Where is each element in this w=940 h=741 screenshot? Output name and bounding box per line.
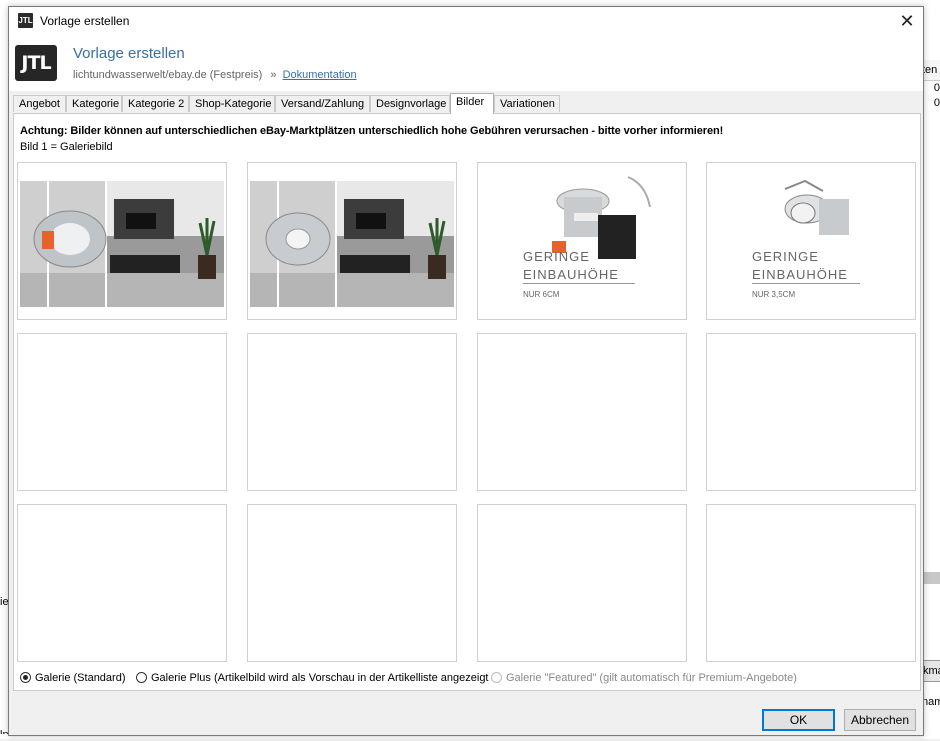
breadcrumb-separator: » [270, 69, 277, 81]
gallery-plus-radio[interactable]: Galerie Plus (Artikelbild wird als Vorsc… [136, 672, 489, 684]
image-slot-2[interactable] [247, 162, 457, 320]
images-panel: Achtung: Bilder können auf unterschiedli… [13, 113, 921, 691]
image-slot-11[interactable] [477, 504, 687, 662]
caption-rule [752, 283, 860, 284]
cancel-button[interactable]: Abbrechen [844, 709, 916, 731]
background-column-header: ten [922, 60, 940, 81]
gallery-standard-label: Galerie (Standard) [35, 672, 126, 684]
caption-rule [523, 283, 635, 284]
background-cell: 0 [933, 97, 940, 109]
image-slot-12[interactable] [706, 504, 916, 662]
background-button-fragment: kma [922, 660, 940, 682]
caption-line-1: GERINGE [523, 249, 590, 264]
gallery-featured-label: Galerie "Featured" (gilt automatisch für… [506, 672, 797, 684]
tab-kategorie-2[interactable]: Kategorie 2 [122, 95, 189, 112]
header-subtitle-row: lichtundwasserwelt/ebay.de (Festpreis) »… [73, 69, 357, 81]
radio-indicator [491, 672, 502, 683]
image-slot-9[interactable] [17, 504, 227, 662]
ok-button[interactable]: OK [762, 709, 835, 731]
gallery-image-note: Bild 1 = Galeriebild [20, 141, 113, 153]
gallery-plus-label: Galerie Plus (Artikelbild wird als Vorsc… [151, 672, 489, 684]
caption-small: NUR 3,5CM [752, 290, 796, 299]
image-slot-8[interactable] [706, 333, 916, 491]
tab-designvorlage[interactable]: Designvorlage [370, 95, 450, 112]
caption-small: NUR 6CM [523, 290, 560, 299]
tab-versand-zahlung[interactable]: Versand/Zahlung [275, 95, 370, 112]
dialog-header: JTL Vorlage erstellen lichtundwasserwelt… [9, 35, 923, 91]
window-title: Vorlage erstellen [40, 14, 130, 28]
dialog-footer: OK Abbrechen [9, 693, 923, 735]
image-slot-6[interactable] [247, 333, 457, 491]
page-title: Vorlage erstellen [73, 45, 185, 62]
jtl-app-icon: JTL [18, 13, 33, 28]
account-info: lichtundwasserwelt/ebay.de (Festpreis) [73, 69, 263, 81]
background-scrollbar [922, 572, 940, 584]
gallery-standard-radio[interactable]: Galerie (Standard) [20, 672, 126, 684]
tab-variationen[interactable]: Variationen [494, 95, 560, 112]
close-icon[interactable]: ✕ [895, 9, 919, 33]
room-photo-image [20, 181, 224, 307]
radio-indicator [136, 672, 147, 683]
background-cell: 0 [933, 82, 940, 94]
room-photo-image [250, 181, 454, 307]
caption-line-2: EINBAUHÖHE [752, 267, 848, 282]
jtl-logo: JTL [15, 45, 57, 81]
gallery-featured-radio: Galerie "Featured" (gilt automatisch für… [491, 672, 797, 684]
caption-line-1: GERINGE [752, 249, 819, 264]
tab-bilder[interactable]: Bilder [450, 93, 494, 114]
caption-line-2: EINBAUHÖHE [523, 267, 619, 282]
image-slot-1[interactable] [17, 162, 227, 320]
background-right-strip: ten 0 0 kma nam [922, 0, 940, 739]
title-bar: JTL Vorlage erstellen ✕ [9, 7, 923, 35]
image-slot-10[interactable] [247, 504, 457, 662]
image-slot-4[interactable]: GERINGE EINBAUHÖHE NUR 3,5CM [706, 162, 916, 320]
image-slot-7[interactable] [477, 333, 687, 491]
radio-selected-indicator [20, 672, 31, 683]
tab-shop-kategorie[interactable]: Shop-Kategorie [189, 95, 275, 112]
image-slot-3[interactable]: GERINGE EINBAUHÖHE NUR 6CM [477, 162, 687, 320]
documentation-link[interactable]: Dokumentation [283, 69, 357, 81]
tab-kategorie[interactable]: Kategorie [66, 95, 122, 112]
product-spotlight-image [784, 179, 849, 235]
product-spotlight-image [552, 176, 651, 259]
image-slot-5[interactable] [17, 333, 227, 491]
fee-warning: Achtung: Bilder können auf unterschiedli… [20, 125, 724, 137]
gallery-options: Galerie (Standard) Galerie Plus (Artikel… [20, 669, 920, 689]
background-text-fragment: nam [922, 696, 940, 708]
create-template-dialog: JTL Vorlage erstellen ✕ JTL Vorlage erst… [8, 6, 924, 736]
tab-angebot[interactable]: Angebot [13, 95, 66, 112]
